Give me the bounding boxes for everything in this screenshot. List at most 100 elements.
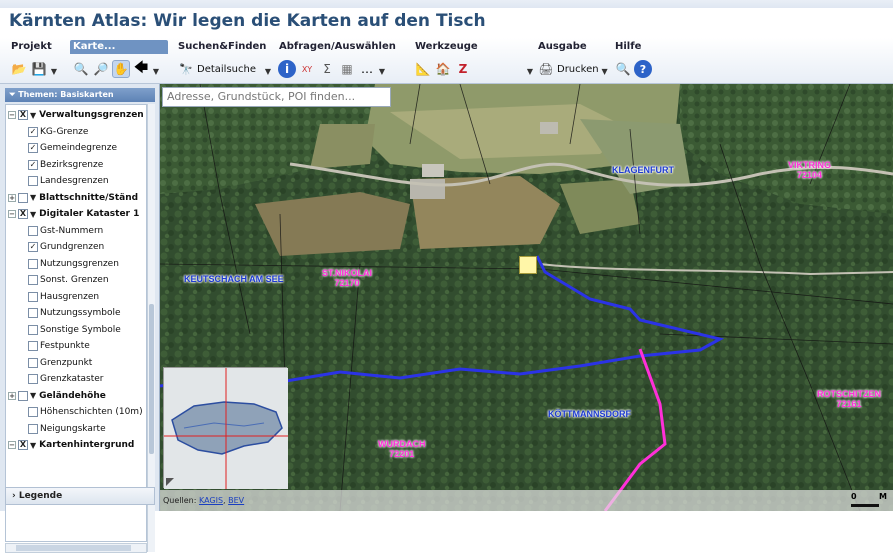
printer-icon[interactable]: 🖨: [537, 60, 555, 78]
sum-icon[interactable]: Σ: [318, 60, 336, 78]
scroll-thumb[interactable]: [16, 545, 131, 551]
layer-checkbox[interactable]: ✓: [28, 159, 38, 170]
layer-checkbox[interactable]: X: [18, 209, 28, 219]
place-label-viktring: VIKTRING 72104: [788, 160, 831, 180]
tree-vertical-scrollbar[interactable]: [147, 104, 155, 552]
layer-tree-item[interactable]: ✓ Grundgrenzen: [28, 239, 104, 255]
scroll-thumb[interactable]: [149, 304, 154, 454]
layer-checkbox[interactable]: ✓: [28, 242, 38, 252]
layer-tree-item[interactable]: − X ▼ Digitaler Kataster 1: [8, 206, 139, 222]
detailsuche-button[interactable]: Detailsuche: [197, 64, 256, 75]
search-help-icon[interactable]: 🔍: [614, 60, 632, 78]
ribbon-toolbar: Projekt 📂 💾 ▼ Karte... 🔍 🔎 ✋ 🡄 ▼ Suchen&…: [0, 38, 893, 84]
map-footer: Quellen: KAGIS, BEV: [160, 490, 893, 511]
label-text: VIKTRING: [788, 160, 832, 170]
layer-checkbox[interactable]: [28, 324, 38, 335]
legend-panel-header[interactable]: › Legende: [5, 487, 155, 505]
chevron-down-icon[interactable]: ▼: [601, 60, 609, 78]
area-tool-icon[interactable]: Z: [454, 60, 472, 78]
layer-tree-item[interactable]: Hausgrenzen: [28, 289, 99, 305]
chevron-down-icon[interactable]: ▼: [264, 60, 272, 78]
layer-tree-item[interactable]: Festpunkte: [28, 338, 90, 354]
chevron-down-icon[interactable]: ▼: [378, 60, 386, 78]
layer-checkbox[interactable]: [28, 374, 38, 384]
expand-icon[interactable]: +: [8, 193, 16, 202]
layer-checkbox[interactable]: [28, 291, 38, 302]
layer-tree-item[interactable]: Neigungskarte: [28, 421, 106, 437]
dropdown-arrow-icon[interactable]: ▼: [30, 111, 36, 120]
source-link-kagis[interactable]: KAGIS: [199, 496, 223, 505]
layer-tree-item[interactable]: ✓ Bezirksgrenze: [28, 157, 103, 173]
address-search-input[interactable]: Adresse, Grundstück, POI finden...: [162, 87, 391, 107]
binoculars-icon[interactable]: 🔭: [177, 60, 195, 78]
source-link-bev[interactable]: BEV: [228, 496, 244, 505]
chevron-down-icon[interactable]: ▼: [152, 60, 160, 78]
layer-checkbox[interactable]: [28, 341, 38, 351]
layer-tree-item[interactable]: Grenzpunkt: [28, 355, 92, 371]
collapse-icon[interactable]: −: [8, 111, 16, 119]
layer-tree-item[interactable]: Nutzungssymbole: [28, 305, 121, 321]
xy-coordinate-icon[interactable]: XY: [298, 60, 316, 78]
layer-label: Bezirksgrenze: [40, 159, 104, 170]
collapse-icon[interactable]: −: [8, 441, 16, 449]
layer-checkbox[interactable]: [28, 357, 38, 368]
layer-tree-item[interactable]: Nutzungsgrenzen: [28, 256, 119, 272]
dropdown-arrow-icon[interactable]: ▼: [30, 210, 36, 219]
layer-checkbox[interactable]: [28, 407, 38, 417]
help-icon[interactable]: ?: [634, 60, 652, 78]
back-arrow-icon[interactable]: 🡄: [132, 60, 150, 78]
layer-checkbox[interactable]: [28, 423, 38, 434]
layer-tree-item[interactable]: Sonst. Grenzen: [28, 272, 109, 288]
layer-checkbox[interactable]: [18, 390, 28, 401]
zoom-in-icon[interactable]: 🔍: [72, 60, 90, 78]
layer-checkbox[interactable]: [28, 258, 38, 269]
layer-checkbox[interactable]: [28, 275, 38, 285]
layer-checkbox[interactable]: ✓: [28, 143, 38, 153]
dropdown-arrow-icon[interactable]: ▼: [30, 391, 36, 400]
layer-tree-item[interactable]: − X ▼ Verwaltungsgrenzen: [8, 107, 144, 123]
layer-tree-item[interactable]: Grenzkataster: [28, 371, 104, 387]
expand-icon[interactable]: +: [8, 391, 16, 400]
pan-hand-icon[interactable]: ✋: [112, 60, 130, 78]
layer-checkbox[interactable]: X: [18, 110, 28, 120]
place-label-koettmannsdorf: KÖTTMANNSDORF: [548, 409, 631, 419]
layer-tree-item[interactable]: Gst-Nummern: [28, 223, 103, 239]
save-icon[interactable]: 💾: [30, 60, 48, 78]
dropdown-arrow-icon[interactable]: ▼: [30, 441, 36, 450]
tree-horizontal-scrollbar[interactable]: [5, 543, 147, 553]
ribbon-group-ausgabe: Ausgabe 🖨 Drucken ▼: [535, 40, 608, 82]
layer-checkbox[interactable]: [28, 225, 38, 236]
location-marker-icon[interactable]: [519, 256, 537, 274]
layer-tree-item[interactable]: ✓ Gemeindegrenze: [28, 140, 117, 156]
measure-icon[interactable]: 📐: [414, 60, 432, 78]
layer-tree-item[interactable]: + ▼ Blattschnitte/Ständ: [8, 190, 138, 206]
layer-checkbox[interactable]: ✓: [28, 126, 38, 137]
house-tool-icon[interactable]: 🏠: [434, 60, 452, 78]
layer-tree-item[interactable]: − X ▼ Kartenhintergrund: [8, 437, 134, 453]
layer-label: Sonstige Symbole: [40, 324, 121, 335]
layer-tree-item[interactable]: + ▼ Geländehöhe: [8, 388, 106, 404]
layer-checkbox[interactable]: [18, 192, 28, 203]
layer-checkbox[interactable]: X: [18, 440, 28, 450]
open-folder-icon[interactable]: 📂: [10, 60, 28, 78]
select-icon[interactable]: ▦: [338, 60, 356, 78]
layer-tree-item[interactable]: ✓ KG-Grenze: [28, 124, 88, 140]
chevron-down-icon[interactable]: ▼: [50, 60, 58, 78]
layer-tree-item[interactable]: Landesgrenzen: [28, 173, 109, 189]
dropdown-arrow-icon[interactable]: ▼: [30, 193, 36, 202]
collapse-icon[interactable]: −: [8, 210, 16, 218]
layer-checkbox[interactable]: [28, 176, 38, 186]
map-canvas[interactable]: Adresse, Grundstück, POI finden... KLAGE…: [160, 84, 893, 511]
layer-tree-item[interactable]: Sonstige Symbole: [28, 322, 121, 338]
info-icon[interactable]: i: [278, 60, 296, 78]
sidebar-header[interactable]: ⏷ Themen: Basiskarten: [5, 88, 155, 102]
more-icon[interactable]: …: [358, 60, 376, 78]
layer-label: Geländehöhe: [39, 390, 106, 401]
label-text: ST.NIKOLAI: [322, 268, 373, 278]
drucken-button[interactable]: Drucken: [557, 64, 599, 75]
chevron-down-icon[interactable]: ▼: [526, 60, 534, 78]
layer-tree-item[interactable]: Höhenschichten (10m): [28, 404, 143, 420]
zoom-out-icon[interactable]: 🔎: [92, 60, 110, 78]
layer-checkbox[interactable]: [28, 308, 38, 318]
overview-minimap[interactable]: [163, 367, 288, 489]
